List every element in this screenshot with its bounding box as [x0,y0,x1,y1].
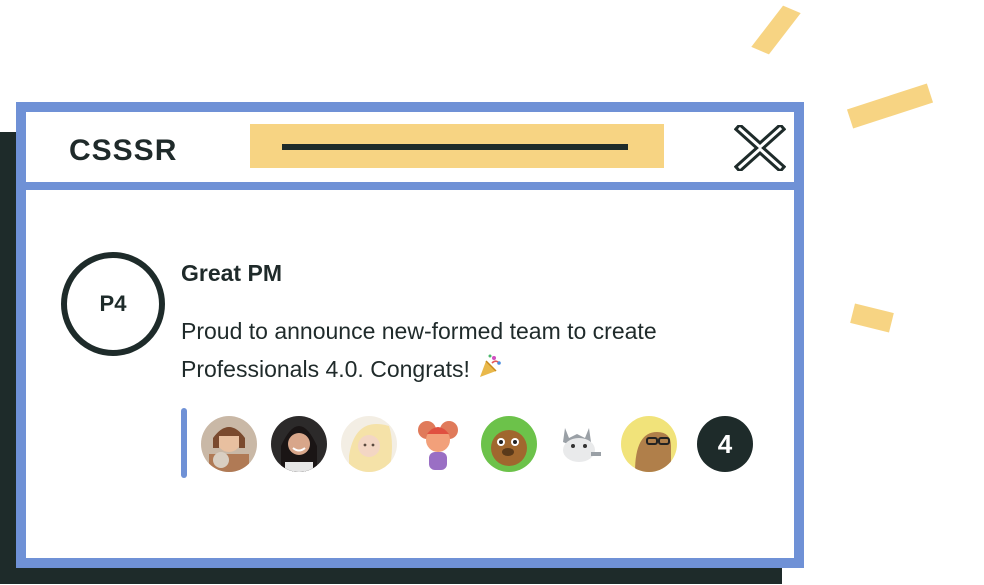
app-logo: CSSSR [69,134,178,167]
confetti-streak [850,303,894,333]
party-popper-icon [480,354,502,377]
close-button[interactable] [733,122,787,174]
reactions-divider [181,408,187,478]
more-reactions-count[interactable]: 4 [697,416,753,472]
avatar[interactable] [411,416,467,472]
avatar[interactable] [621,416,677,472]
confetti-streak [846,83,934,129]
avatar[interactable] [341,416,397,472]
title-line [282,144,628,150]
post-body: Proud to announce new-formed team to cre… [181,312,701,388]
close-x-icon [733,122,787,174]
post-title: Great PM [181,260,282,286]
avatar[interactable] [271,416,327,472]
avatar[interactable] [481,416,537,472]
confetti-streak [751,5,801,55]
message-window: CSSSR P4 Great PM Proud to announce new-… [16,102,804,568]
title-bar: CSSSR [26,112,794,182]
avatar[interactable] [551,416,607,472]
team-badge: P4 [61,252,165,356]
post-text: Proud to announce new-formed team to cre… [181,318,657,382]
avatar[interactable] [201,416,257,472]
message-content: P4 Great PM Proud to announce new-formed… [26,190,794,558]
